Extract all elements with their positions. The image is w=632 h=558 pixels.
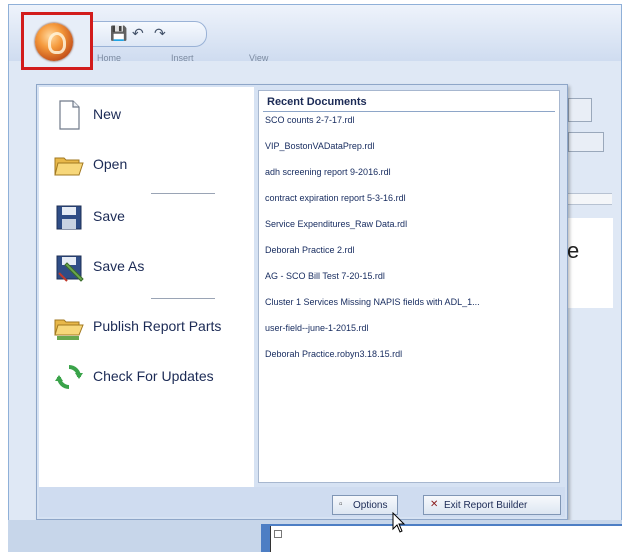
application-menu: New Open Save Save As Publish Report Par… bbox=[36, 84, 568, 520]
exit-report-builder-button[interactable]: ✕ Exit Report Builder bbox=[423, 495, 561, 515]
canvas-text: e bbox=[567, 238, 580, 263]
quick-access-toolbar: 💾 ↶ ↷ bbox=[75, 21, 207, 47]
recent-document[interactable]: Deborah Practice.robyn3.18.15.rdl bbox=[263, 349, 553, 367]
ribbon-tabs: Home Insert View bbox=[89, 49, 619, 69]
application-button-highlight bbox=[21, 12, 93, 70]
title-bar: 💾 ↶ ↷ Home Insert View bbox=[9, 5, 621, 63]
undo-icon[interactable]: ↶ bbox=[132, 25, 144, 42]
new-document-icon bbox=[53, 99, 85, 131]
recent-documents-header: Recent Documents bbox=[267, 96, 367, 108]
options-icon: ▫ bbox=[339, 499, 343, 510]
ribbon-button[interactable] bbox=[568, 132, 604, 152]
recent-document[interactable]: contract expiration report 5-3-16.rdl bbox=[263, 193, 553, 211]
resize-handle[interactable] bbox=[274, 530, 282, 538]
save-as-icon bbox=[53, 251, 85, 283]
menu-item-publish-report-parts[interactable]: Publish Report Parts bbox=[47, 307, 247, 347]
tab-insert[interactable]: Insert bbox=[171, 53, 194, 63]
publish-folder-icon bbox=[53, 311, 85, 343]
menu-item-check-for-updates[interactable]: Check For Updates bbox=[47, 357, 247, 397]
header-divider bbox=[263, 111, 555, 112]
mouse-cursor-icon bbox=[392, 511, 406, 534]
tab-view[interactable]: View bbox=[249, 53, 268, 63]
menu-item-label: Open bbox=[93, 156, 128, 172]
refresh-arrows-icon bbox=[53, 361, 85, 393]
recent-document[interactable]: VIP_BostonVADataPrep.rdl bbox=[263, 141, 553, 159]
recent-documents-pane: Recent Documents SCO counts 2-7-17.rdl V… bbox=[258, 90, 560, 483]
menu-item-label: Save bbox=[93, 208, 125, 224]
ribbon-button[interactable] bbox=[568, 98, 592, 122]
menu-separator bbox=[151, 193, 215, 194]
menu-item-new[interactable]: New bbox=[47, 95, 247, 135]
design-canvas: e bbox=[562, 218, 613, 308]
menu-item-label: Publish Report Parts bbox=[93, 318, 222, 334]
recent-document[interactable]: Cluster 1 Services Missing NAPIS fields … bbox=[263, 297, 553, 315]
menu-item-open[interactable]: Open bbox=[47, 145, 247, 185]
menu-item-label: Save As bbox=[93, 258, 145, 274]
options-button[interactable]: ▫ Options bbox=[332, 495, 398, 515]
tab-home[interactable]: Home bbox=[97, 53, 121, 63]
status-area bbox=[8, 520, 623, 552]
save-disk-icon bbox=[53, 201, 85, 233]
menu-item-label: Check For Updates bbox=[93, 368, 214, 384]
recent-document[interactable]: Deborah Practice 2.rdl bbox=[263, 245, 553, 263]
redo-icon[interactable]: ↷ bbox=[154, 25, 166, 42]
open-folder-icon bbox=[53, 149, 85, 181]
menu-separator bbox=[151, 298, 215, 299]
menu-item-save[interactable]: Save bbox=[47, 197, 247, 237]
recent-document[interactable]: adh screening report 9-2016.rdl bbox=[263, 167, 553, 185]
recent-document[interactable]: AG - SCO Bill Test 7-20-15.rdl bbox=[263, 271, 553, 289]
menu-footer: ▫ Options ✕ Exit Report Builder bbox=[39, 487, 565, 517]
design-surface bbox=[270, 526, 623, 552]
recent-document[interactable]: SCO counts 2-7-17.rdl bbox=[263, 115, 553, 133]
application-button[interactable] bbox=[35, 23, 73, 61]
recent-document[interactable]: Service Expenditures_Raw Data.rdl bbox=[263, 219, 553, 237]
menu-item-save-as[interactable]: Save As bbox=[47, 247, 247, 287]
menu-commands-pane: New Open Save Save As Publish Report Par… bbox=[39, 87, 254, 487]
menu-item-label: New bbox=[93, 106, 122, 122]
close-icon: ✕ bbox=[430, 499, 439, 510]
save-icon[interactable]: 💾 bbox=[110, 25, 127, 42]
recent-document[interactable]: user-field--june-1-2015.rdl bbox=[263, 323, 553, 341]
